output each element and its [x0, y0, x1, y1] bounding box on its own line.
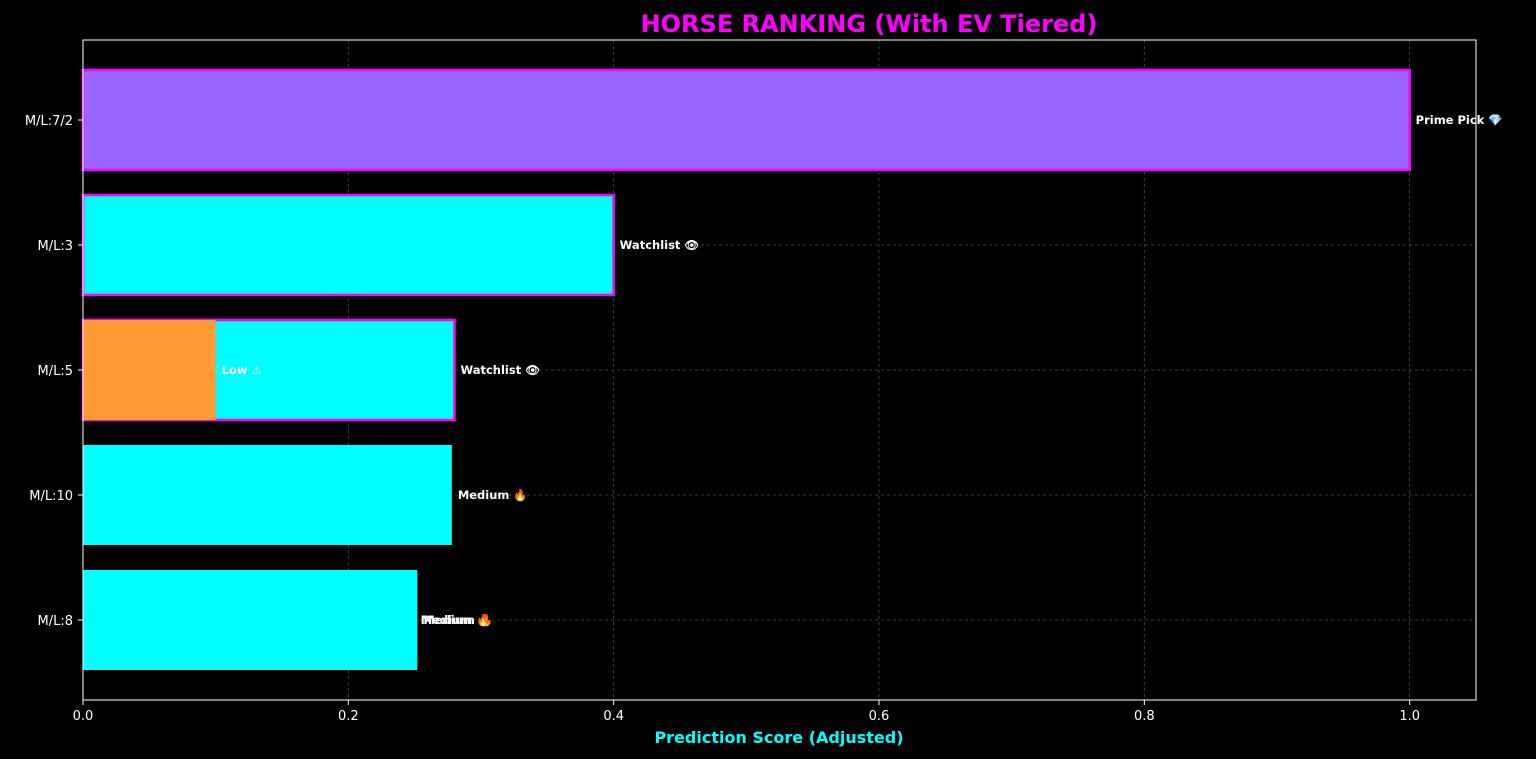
y-tick-label: M/L:7/2	[25, 114, 73, 129]
bar	[83, 445, 452, 545]
x-tick-label: 0.4	[603, 709, 624, 724]
x-tick-label: 1.0	[1399, 709, 1420, 724]
y-tick-label: M/L:10	[29, 489, 73, 504]
bar	[83, 320, 216, 420]
x-tick-label: 0.6	[869, 709, 890, 724]
bar	[81, 68, 1411, 172]
x-axis-label: Prediction Score (Adjusted)	[654, 728, 903, 747]
chart-title: HORSE RANKING (With EV Tiered)	[641, 10, 1098, 38]
x-tick-label: 0.0	[73, 709, 94, 724]
bar-value-label: Prime Pick 💎	[1416, 113, 1503, 127]
bar-value-label: Low ⚠	[222, 363, 262, 377]
bar-value-label: Watchlist 👁	[460, 363, 540, 377]
bar-value-label: Medium 🔥	[458, 488, 528, 502]
bar-value-label: Medium 🔥	[421, 613, 491, 627]
y-tick-label: M/L:8	[38, 614, 74, 629]
x-tick-label: 0.2	[338, 709, 359, 724]
bar-value-label: Watchlist 👁	[620, 238, 700, 252]
y-tick-label: M/L:5	[38, 364, 74, 379]
bar	[83, 570, 415, 670]
y-tick-label: M/L:3	[38, 239, 74, 254]
x-tick-label: 0.8	[1134, 709, 1155, 724]
horse-ranking-chart: HORSE RANKING (With EV Tiered) Prime Pic…	[0, 0, 1536, 759]
bar	[81, 193, 615, 297]
